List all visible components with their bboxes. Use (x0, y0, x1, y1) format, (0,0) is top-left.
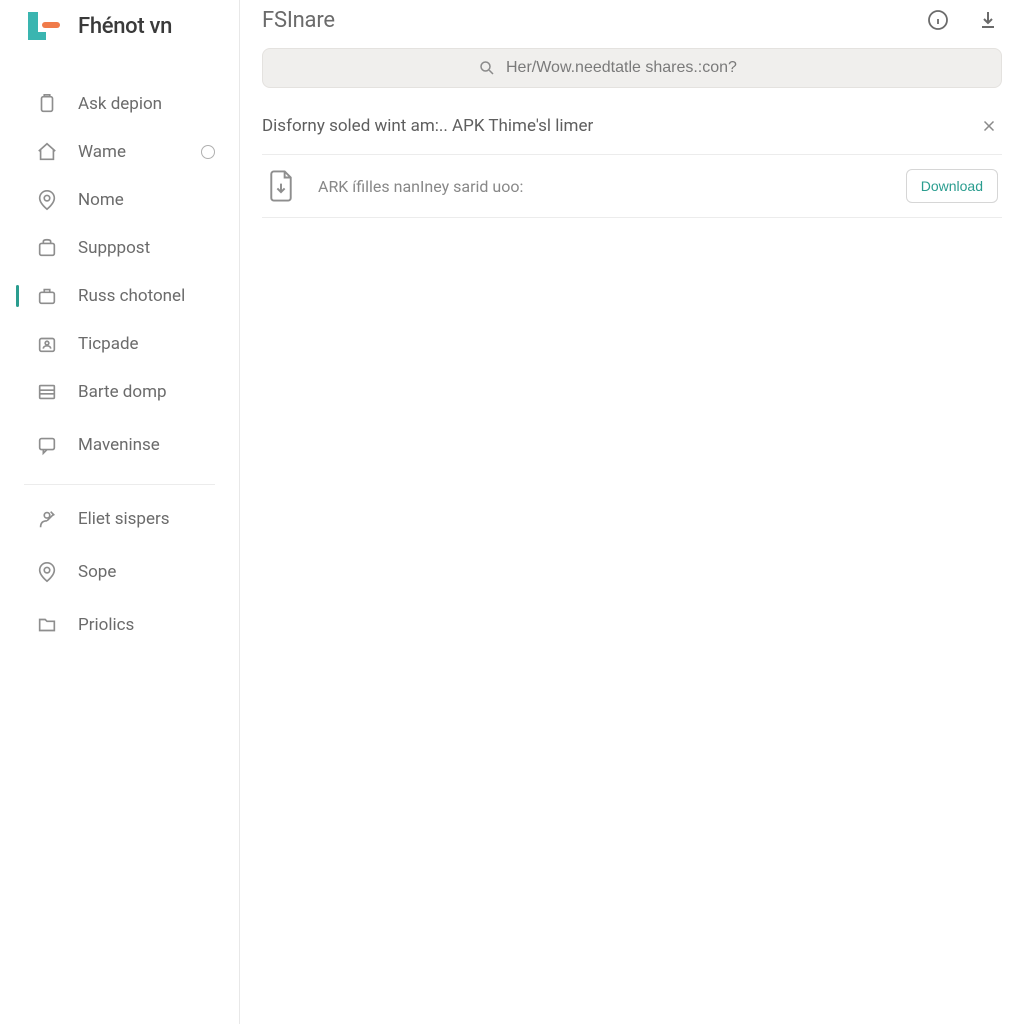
close-icon (980, 117, 998, 135)
home-icon (36, 141, 58, 163)
topbar: FSInare (262, 0, 1002, 48)
sidebar-item-label: Russ chotonel (78, 286, 185, 306)
sidebar-item-label: Ticpade (78, 334, 139, 354)
sidebar-item-label: Priolics (78, 615, 134, 635)
topbar-actions (924, 6, 1002, 34)
info-button[interactable] (924, 6, 952, 34)
sidebar-item-russ-chotonel[interactable]: Russ chotonel (0, 272, 239, 320)
sidebar-item-label: Barte domp (78, 382, 167, 402)
notice-row: Disforny soled wint am:.. APK Thime'sl l… (262, 116, 1002, 154)
folder-icon (36, 614, 58, 636)
pin-icon (36, 561, 58, 583)
id-card-icon (36, 333, 58, 355)
sidebar-item-sope[interactable]: Sope (0, 543, 239, 601)
circle-badge-icon (201, 145, 215, 159)
file-name: ARK ífilles nanIney sarid uoo: (318, 177, 884, 196)
list-icon (36, 381, 58, 403)
download-icon (976, 8, 1000, 32)
clipboard-icon (36, 93, 58, 115)
sidebar-item-barte-domp[interactable]: Barte domp (0, 368, 239, 416)
sidebar-nav: Ask depion Wame Nome Supppost (0, 64, 239, 649)
sidebar-divider (24, 484, 215, 485)
sidebar-item-ask-depion[interactable]: Ask depion (0, 80, 239, 128)
brand-logo-area: Fhénot vn (0, 4, 239, 64)
sidebar-item-label: Wame (78, 142, 126, 162)
file-icon (266, 169, 296, 203)
sidebar-item-wame[interactable]: Wame (0, 128, 239, 176)
sidebar-item-nome[interactable]: Nome (0, 176, 239, 224)
sidebar-item-label: Nome (78, 190, 124, 210)
sidebar-item-priolics[interactable]: Priolics (0, 601, 239, 649)
notice-text: Disforny soled wint am:.. APK Thime'sl l… (262, 116, 593, 136)
sidebar-item-maveninse[interactable]: Maveninse (0, 416, 239, 474)
search-input[interactable] (506, 59, 786, 77)
sidebar-item-label: Maveninse (78, 435, 160, 455)
bag-icon (36, 237, 58, 259)
info-icon (926, 8, 950, 32)
briefcase-icon (36, 285, 58, 307)
download-button[interactable] (974, 6, 1002, 34)
sidebar-item-label: Sope (78, 562, 116, 582)
file-download-button[interactable]: Download (906, 169, 998, 203)
search-icon (478, 59, 496, 77)
brand-logo-icon (24, 8, 64, 44)
pin-icon (36, 189, 58, 211)
file-list: ARK ífilles nanIney sarid uoo: Download (262, 154, 1002, 218)
main-content: FSInare Disforny soled wint am:.. APK Th… (240, 0, 1024, 1024)
brand-name: Fhénot vn (78, 14, 172, 39)
page-title: FSInare (262, 8, 335, 33)
sidebar-item-supppost[interactable]: Supppost (0, 224, 239, 272)
sidebar-item-label: Ask depion (78, 94, 162, 114)
sidebar-item-label: Supppost (78, 238, 150, 258)
search-box[interactable] (262, 48, 1002, 88)
sidebar-item-label: Eliet sispers (78, 509, 170, 529)
person-icon (36, 508, 58, 530)
comment-icon (36, 434, 58, 456)
notice-close-button[interactable] (980, 117, 998, 135)
sidebar-item-eliet-sispers[interactable]: Eliet sispers (0, 495, 239, 543)
file-row: ARK ífilles nanIney sarid uoo: Download (262, 155, 1002, 218)
sidebar-item-ticpade[interactable]: Ticpade (0, 320, 239, 368)
sidebar: Fhénot vn Ask depion Wame Nome (0, 0, 240, 1024)
